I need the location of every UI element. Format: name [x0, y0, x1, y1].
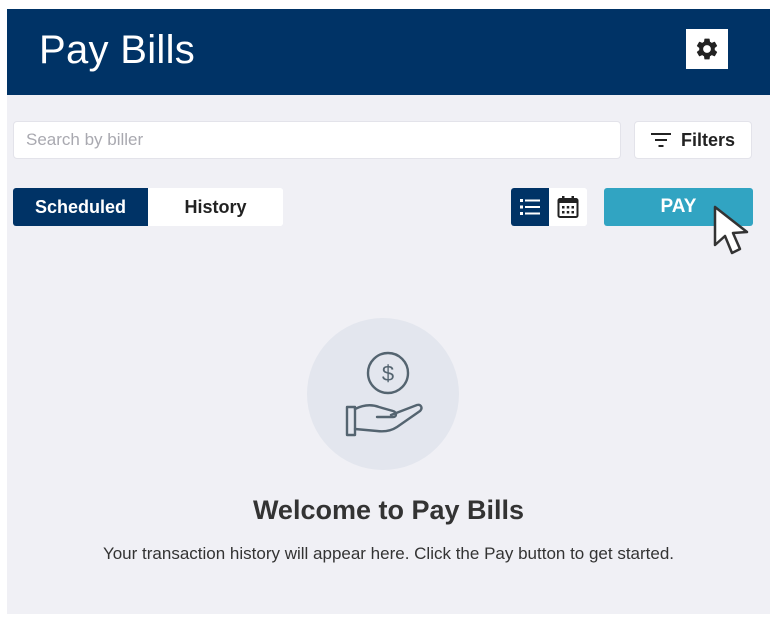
tab-history[interactable]: History [148, 188, 283, 226]
search-input[interactable] [13, 121, 621, 159]
gear-icon [696, 38, 718, 60]
filter-lines-icon [650, 133, 671, 147]
app-header: Pay Bills [7, 9, 770, 95]
schedule-history-tabs: Scheduled History [13, 188, 283, 226]
page-title: Pay Bills [39, 28, 196, 72]
list-icon [520, 199, 540, 215]
pay-bills-screen: Pay Bills Filters Scheduled History [7, 9, 770, 614]
filters-button[interactable]: Filters [634, 121, 752, 159]
calendar-view-button[interactable] [549, 188, 587, 226]
settings-button[interactable] [686, 29, 728, 69]
list-view-button[interactable] [511, 188, 549, 226]
hand-dollar-icon: $ [345, 351, 423, 437]
empty-state-message: Your transaction history will appear her… [102, 544, 675, 563]
empty-state-illustration: $ [307, 318, 459, 470]
view-toggle [511, 188, 587, 226]
svg-text:$: $ [382, 361, 394, 386]
calendar-icon [557, 196, 579, 218]
empty-state-title: Welcome to Pay Bills [252, 495, 525, 525]
filters-label: Filters [680, 129, 736, 150]
tab-scheduled[interactable]: Scheduled [13, 188, 148, 226]
mouse-pointer-icon [713, 205, 749, 255]
